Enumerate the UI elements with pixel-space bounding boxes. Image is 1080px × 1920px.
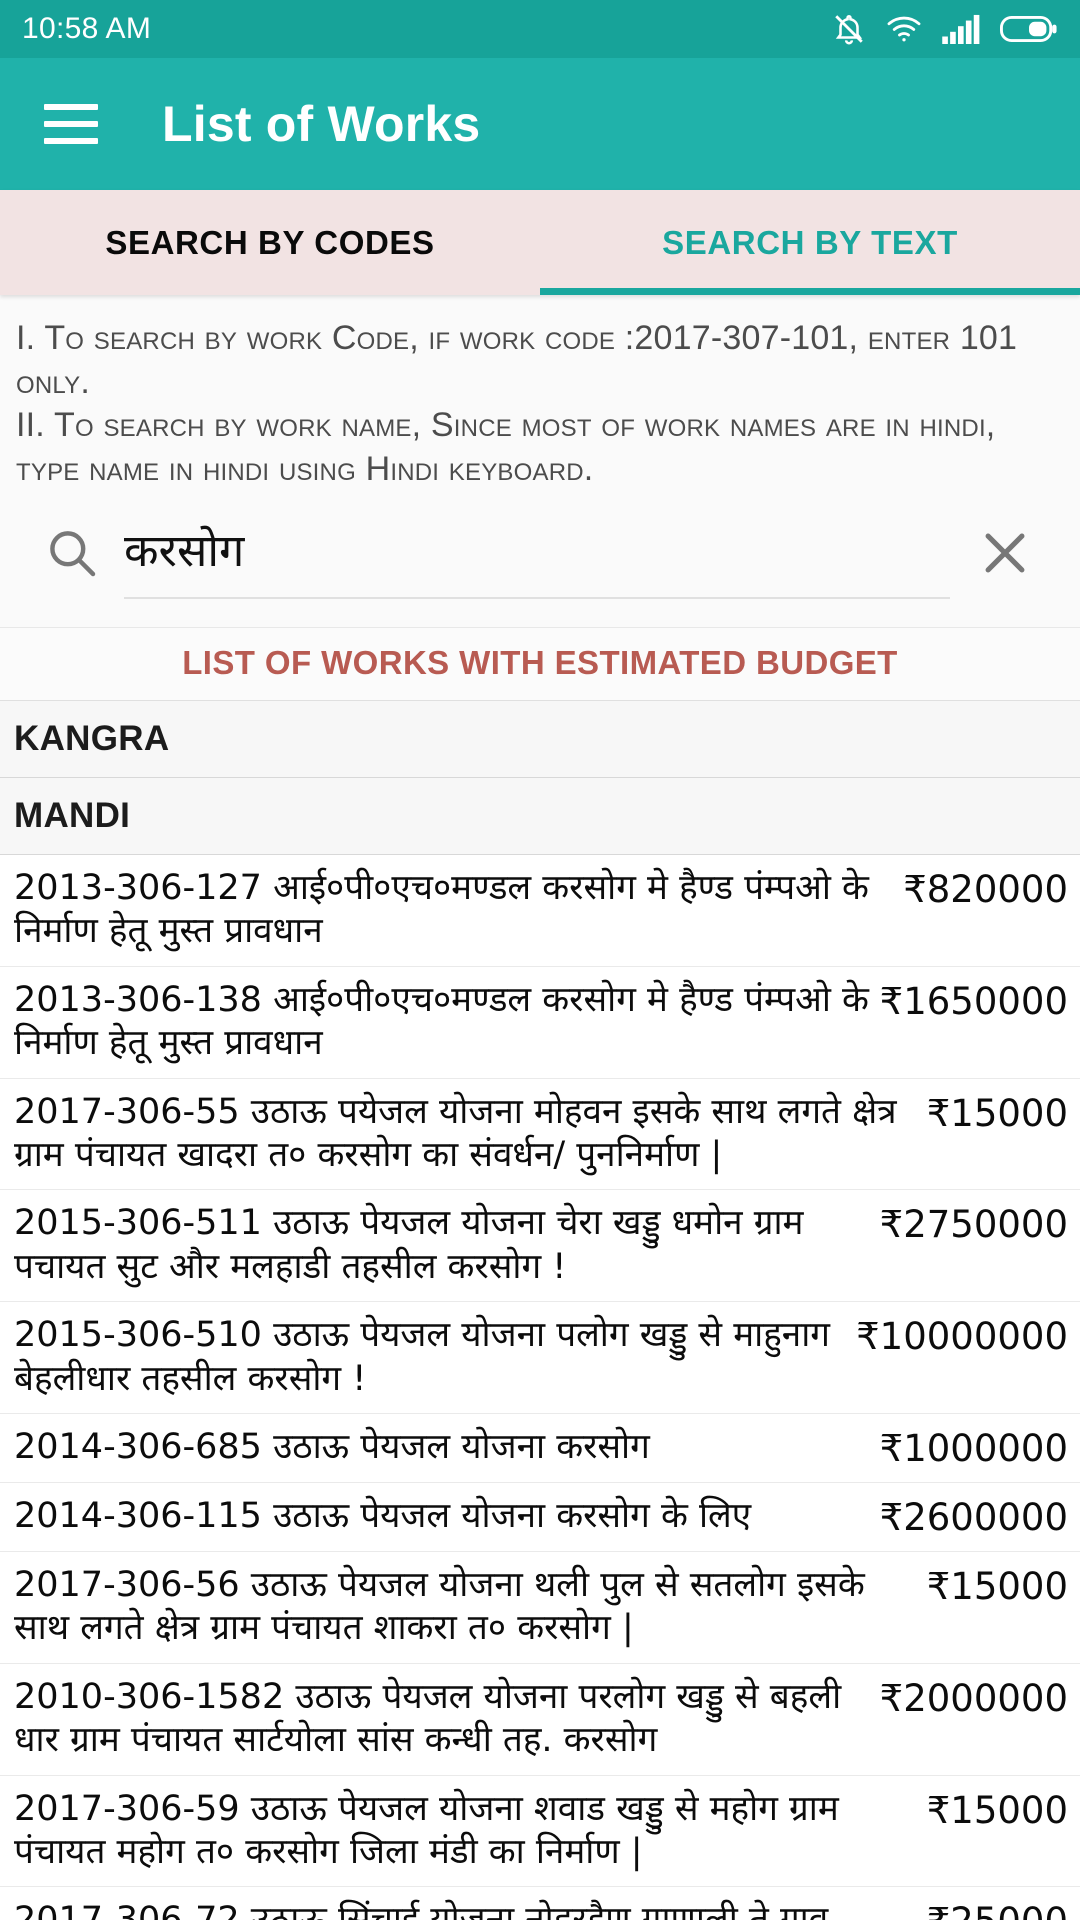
status-bar: 10:58 AM [0, 0, 1080, 58]
work-amount: ₹2600000 [879, 1495, 1068, 1539]
list-banner: LIST OF WORKS WITH ESTIMATED BUDGET [0, 627, 1080, 702]
work-name: 2010-306-1582 उठाऊ पेयजल योजना परलोग खड्… [14, 1676, 842, 1761]
table-row[interactable]: 2010-306-1582 उठाऊ पेयजल योजना परलोग खड्… [0, 1664, 1080, 1776]
work-amount: ₹2750000 [879, 1203, 1068, 1247]
search-icon [20, 525, 124, 581]
work-amount: ₹820000 [903, 868, 1068, 912]
close-icon[interactable] [950, 524, 1060, 582]
table-row[interactable]: 2013-306-138 आई०पी०एच०मण्डल करसोग मे हैण… [0, 967, 1080, 1079]
hamburger-menu-icon[interactable] [44, 104, 98, 144]
work-name: 2017-306-59 उठाऊ पेयजल योजना शवाड खड्डु … [14, 1788, 839, 1872]
work-amount: ₹2000000 [879, 1676, 1068, 1720]
mute-bell-icon [832, 12, 866, 46]
work-name: 2017-306-56 उठाऊ पेयजल योजना थली पुल से … [14, 1564, 865, 1649]
wifi-icon [886, 15, 922, 43]
work-name: 2017-306-72 उठाऊ सिंचाई योजना नोहरडैण ग्… [14, 1899, 917, 1920]
work-name: 2013-306-138 आई०पी०एच०मण्डल करसोग मे हैण… [14, 979, 869, 1064]
table-row[interactable]: 2014-306-685 उठाऊ पेयजल योजना करसोग ₹100… [0, 1414, 1080, 1483]
work-name: 2014-306-685 उठाऊ पेयजल योजना करसोग [14, 1426, 650, 1467]
work-amount: ₹15000 [926, 1091, 1068, 1135]
table-row[interactable]: 2013-306-127 आई०पी०एच०मण्डल करसोग मे हैण… [0, 855, 1080, 967]
instruction-line-2: II. To search by work name, Since most o… [16, 406, 996, 488]
work-amount: ₹15000 [926, 1788, 1068, 1832]
works-list: 2013-306-127 आई०पी०एच०मण्डल करसोग मे हैण… [0, 855, 1080, 1920]
work-name: 2015-306-510 उठाऊ पेयजल योजना पलोग खड्डु… [14, 1315, 830, 1399]
work-amount: ₹25000 [927, 1899, 1068, 1920]
work-amount: ₹15000 [926, 1564, 1068, 1608]
table-row[interactable]: 2017-306-55 उठाऊ पयेजल योजना मोहवन इसके … [0, 1079, 1080, 1191]
battery-icon [1000, 14, 1058, 44]
tab-search-by-codes[interactable]: SEARCH BY CODES [0, 190, 540, 295]
search-input[interactable]: करसोग [124, 507, 950, 600]
work-amount: ₹10000000 [856, 1315, 1068, 1359]
work-name: 2015-306-511 उठाऊ पेयजल योजना चेरा खड्डु… [14, 1203, 804, 1287]
table-row[interactable]: 2017-306-56 उठाऊ पेयजल योजना थली पुल से … [0, 1552, 1080, 1664]
table-row[interactable]: 2015-306-511 उठाऊ पेयजल योजना चेरा खड्डु… [0, 1190, 1080, 1303]
instruction-line-1: I. To search by work Code, if work code … [16, 319, 1018, 401]
district-header-kangra: KANGRA [0, 701, 1080, 779]
app-bar: List of Works [0, 58, 1080, 190]
table-row[interactable]: 2015-306-510 उठाऊ पेयजल योजना पलोग खड्डु… [0, 1302, 1080, 1414]
instructions-block: I. To search by work Code, if work code … [0, 295, 1080, 498]
work-amount: ₹1000000 [879, 1426, 1068, 1470]
work-name: 2013-306-127 आई०पी०एच०मण्डल करसोग मे हैण… [14, 868, 869, 952]
status-icons [832, 12, 1058, 46]
tab-search-by-text[interactable]: SEARCH BY TEXT [540, 190, 1080, 295]
signal-icon [942, 14, 980, 44]
work-name: 2017-306-55 उठाऊ पयेजल योजना मोहवन इसके … [14, 1091, 897, 1176]
page-title: List of Works [162, 96, 481, 152]
status-time: 10:58 AM [22, 12, 152, 45]
search-input-value: करसोग [124, 523, 245, 577]
search-bar: करसोग [0, 497, 1080, 628]
tab-bar: SEARCH BY CODES SEARCH BY TEXT [0, 190, 1080, 295]
district-header-mandi: MANDI [0, 778, 1080, 856]
list-banner-text: LIST OF WORKS WITH ESTIMATED BUDGET [182, 644, 898, 682]
work-amount: ₹1650000 [879, 979, 1068, 1023]
work-name: 2014-306-115 उठाऊ पेयजल योजना करसोग के ल… [14, 1495, 752, 1536]
table-row[interactable]: 2014-306-115 उठाऊ पेयजल योजना करसोग के ल… [0, 1483, 1080, 1552]
table-row[interactable]: 2017-306-59 उठाऊ पेयजल योजना शवाड खड्डु … [0, 1776, 1080, 1888]
table-row[interactable]: 2017-306-72 उठाऊ सिंचाई योजना नोहरडैण ग्… [0, 1887, 1080, 1920]
